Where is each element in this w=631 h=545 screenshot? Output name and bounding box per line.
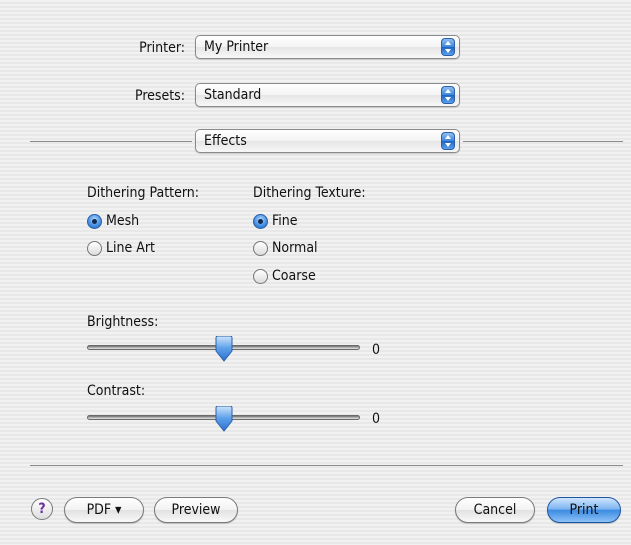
slider-thumb-icon[interactable]	[214, 406, 234, 432]
printer-label: Printer:	[139, 40, 185, 56]
contrast-label: Contrast:	[87, 383, 146, 399]
radio-unselected-icon	[253, 268, 268, 284]
radio-line-art[interactable]: Line Art	[87, 240, 155, 256]
dithering-pattern-label: Dithering Pattern:	[87, 185, 199, 201]
radio-coarse-label: Coarse	[272, 268, 316, 284]
up-down-arrows-icon	[441, 132, 455, 150]
radio-mesh[interactable]: Mesh	[87, 213, 139, 229]
preview-button[interactable]: Preview	[154, 497, 238, 523]
presets-value: Standard	[204, 87, 262, 103]
brightness-value: 0	[372, 342, 381, 358]
contrast-value: 0	[372, 411, 381, 427]
radio-normal[interactable]: Normal	[253, 240, 318, 256]
radio-unselected-icon	[87, 240, 102, 256]
printer-popup[interactable]: My Printer	[195, 35, 460, 59]
print-button[interactable]: Print	[547, 497, 621, 523]
radio-fine-label: Fine	[272, 213, 298, 229]
help-button[interactable]: ?	[31, 498, 53, 520]
radio-selected-icon	[87, 213, 102, 229]
radio-line-art-label: Line Art	[106, 240, 155, 256]
panel-popup[interactable]: Effects	[195, 129, 460, 153]
panel-value: Effects	[204, 133, 247, 149]
up-down-arrows-icon	[441, 86, 455, 104]
presets-label: Presets:	[134, 88, 185, 104]
slider-thumb-icon[interactable]	[214, 336, 234, 362]
radio-unselected-icon	[253, 240, 268, 256]
printer-value: My Printer	[204, 39, 269, 55]
pdf-button[interactable]: PDF ▾	[64, 497, 144, 523]
radio-coarse[interactable]: Coarse	[253, 268, 316, 284]
radio-fine[interactable]: Fine	[253, 213, 297, 229]
separator-bottom	[30, 465, 623, 466]
separator-top-left	[30, 141, 192, 142]
presets-popup[interactable]: Standard	[195, 83, 460, 107]
radio-normal-label: Normal	[272, 240, 318, 256]
radio-mesh-label: Mesh	[106, 213, 140, 229]
radio-selected-icon	[253, 213, 268, 229]
up-down-arrows-icon	[441, 38, 455, 56]
dithering-texture-label: Dithering Texture:	[253, 185, 366, 201]
brightness-label: Brightness:	[87, 314, 159, 330]
cancel-button[interactable]: Cancel	[455, 497, 535, 523]
separator-top-right	[463, 141, 623, 142]
